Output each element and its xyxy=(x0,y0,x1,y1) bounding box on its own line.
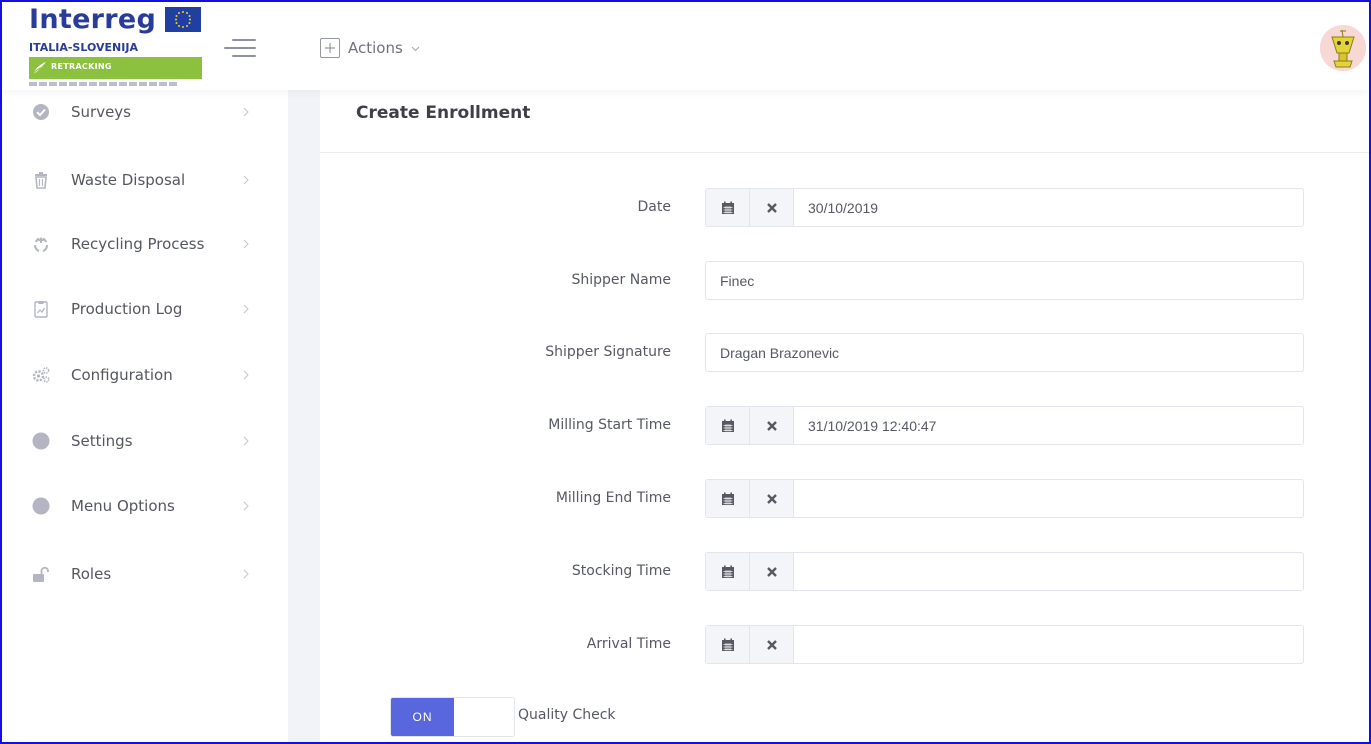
sidebar-item-label: Waste Disposal xyxy=(71,171,186,189)
chevron-right-icon xyxy=(243,436,249,446)
actions-dropdown[interactable]: Actions xyxy=(320,36,420,60)
top-header: Interreg ITALIA-SLOVENIJA RETRACKING Act… xyxy=(0,0,1371,90)
shipper-name-field xyxy=(705,261,1304,300)
chevron-right-icon xyxy=(243,370,249,380)
shipper-name-input[interactable] xyxy=(706,262,1303,299)
close-icon xyxy=(766,639,777,650)
chevron-right-icon xyxy=(243,569,249,579)
hamburger-line xyxy=(232,39,256,41)
sidebar-item-label: Production Log xyxy=(71,300,183,318)
stocking-time-input[interactable] xyxy=(794,553,1303,590)
close-icon xyxy=(766,566,777,577)
unlock-icon xyxy=(32,565,50,583)
sidebar-item-settings[interactable]: Settings xyxy=(0,419,288,463)
check-circle-icon xyxy=(32,103,50,121)
close-icon xyxy=(766,202,777,213)
sidebar-item-label: Menu Options xyxy=(71,497,175,515)
trash-icon xyxy=(32,171,50,189)
add-box-icon xyxy=(320,38,340,58)
shipper-signature-input[interactable] xyxy=(706,334,1303,371)
shipper-name-label: Shipper Name xyxy=(571,272,671,288)
stocking-time-field xyxy=(705,552,1304,591)
hamburger-line xyxy=(232,55,256,57)
chevron-right-icon xyxy=(243,501,249,511)
date-input[interactable] xyxy=(794,189,1303,226)
circle-icon xyxy=(32,432,50,450)
calendar-icon xyxy=(721,201,734,214)
clear-button[interactable] xyxy=(750,553,794,590)
sidebar-item-label: Recycling Process xyxy=(71,235,205,253)
date-field xyxy=(705,188,1304,227)
calendar-icon xyxy=(721,565,734,578)
brand-name: Interreg xyxy=(29,4,157,35)
close-icon xyxy=(766,420,777,431)
sidebar-item-label: Surveys xyxy=(71,103,131,121)
calendar-button[interactable] xyxy=(706,626,750,663)
calendar-button[interactable] xyxy=(706,189,750,226)
arrival-time-input[interactable] xyxy=(794,626,1303,663)
close-icon xyxy=(766,493,777,504)
sidebar-item-waste-disposal[interactable]: Waste Disposal xyxy=(0,158,288,202)
sidebar-item-recycling-process[interactable]: Recycling Process xyxy=(0,222,288,266)
date-label: Date xyxy=(637,199,671,215)
milling-start-time-input[interactable] xyxy=(794,407,1303,444)
clear-button[interactable] xyxy=(750,626,794,663)
quality-check-toggle[interactable]: ON xyxy=(390,697,515,737)
recycle-icon xyxy=(32,235,50,253)
project-name: RETRACKING xyxy=(51,62,112,71)
quality-check-label: Quality Check xyxy=(518,707,616,723)
calendar-icon xyxy=(721,419,734,432)
calendar-button[interactable] xyxy=(706,407,750,444)
calendar-button[interactable] xyxy=(706,480,750,517)
calendar-button[interactable] xyxy=(706,553,750,590)
milling-start-time-label: Milling Start Time xyxy=(548,417,671,433)
sidebar-item-label: Settings xyxy=(71,432,133,450)
clear-button[interactable] xyxy=(750,189,794,226)
gears-icon xyxy=(32,366,50,384)
sidebar-toggle-button[interactable] xyxy=(224,39,256,57)
brand-fine-print xyxy=(29,82,179,86)
actions-label: Actions xyxy=(348,39,403,57)
toggle-on-state: ON xyxy=(391,698,454,736)
user-avatar[interactable] xyxy=(1320,25,1366,71)
chevron-down-icon xyxy=(411,46,420,51)
sidebar-item-label: Roles xyxy=(71,565,112,583)
chevron-right-icon xyxy=(243,304,249,314)
sidebar-item-configuration[interactable]: Configuration xyxy=(0,353,288,397)
stocking-time-label: Stocking Time xyxy=(571,563,671,579)
milling-end-time-label: Milling End Time xyxy=(555,490,671,506)
shipper-signature-label: Shipper Signature xyxy=(545,344,671,360)
chevron-right-icon xyxy=(243,239,249,249)
arrival-time-label: Arrival Time xyxy=(586,636,671,652)
hamburger-line xyxy=(224,47,256,49)
shipper-signature-field xyxy=(705,333,1304,372)
arrival-time-field xyxy=(705,625,1304,664)
milling-end-time-field xyxy=(705,479,1304,518)
leaf-icon xyxy=(32,62,46,75)
main-content: Create Enrollment Date Shipper Name Ship… xyxy=(320,90,1371,744)
sidebar-item-surveys[interactable]: Surveys xyxy=(0,90,288,134)
clear-button[interactable] xyxy=(750,407,794,444)
eu-flag-icon xyxy=(165,7,201,32)
circle-icon xyxy=(32,497,50,515)
project-banner: RETRACKING xyxy=(29,57,202,79)
sidebar: Surveys Waste Disposal Recycling Process… xyxy=(0,90,288,744)
sidebar-gutter xyxy=(288,90,320,744)
calendar-icon xyxy=(721,638,734,651)
clipboard-chart-icon xyxy=(32,300,50,318)
sidebar-item-label: Configuration xyxy=(71,366,173,384)
sidebar-item-production-log[interactable]: Production Log xyxy=(0,287,288,331)
chevron-right-icon xyxy=(243,175,249,185)
calendar-icon xyxy=(721,492,734,505)
milling-end-time-input[interactable] xyxy=(794,480,1303,517)
clear-button[interactable] xyxy=(750,480,794,517)
brand-logo[interactable]: Interreg ITALIA-SLOVENIJA RETRACKING xyxy=(29,4,204,88)
page-title: Create Enrollment xyxy=(356,103,531,123)
portlet-header: Create Enrollment xyxy=(320,90,1371,153)
sidebar-item-roles[interactable]: Roles xyxy=(0,552,288,596)
chevron-right-icon xyxy=(243,107,249,117)
brand-region: ITALIA-SLOVENIJA xyxy=(29,41,138,54)
sidebar-item-menu-options[interactable]: Menu Options xyxy=(0,484,288,528)
milling-start-time-field xyxy=(705,406,1304,445)
